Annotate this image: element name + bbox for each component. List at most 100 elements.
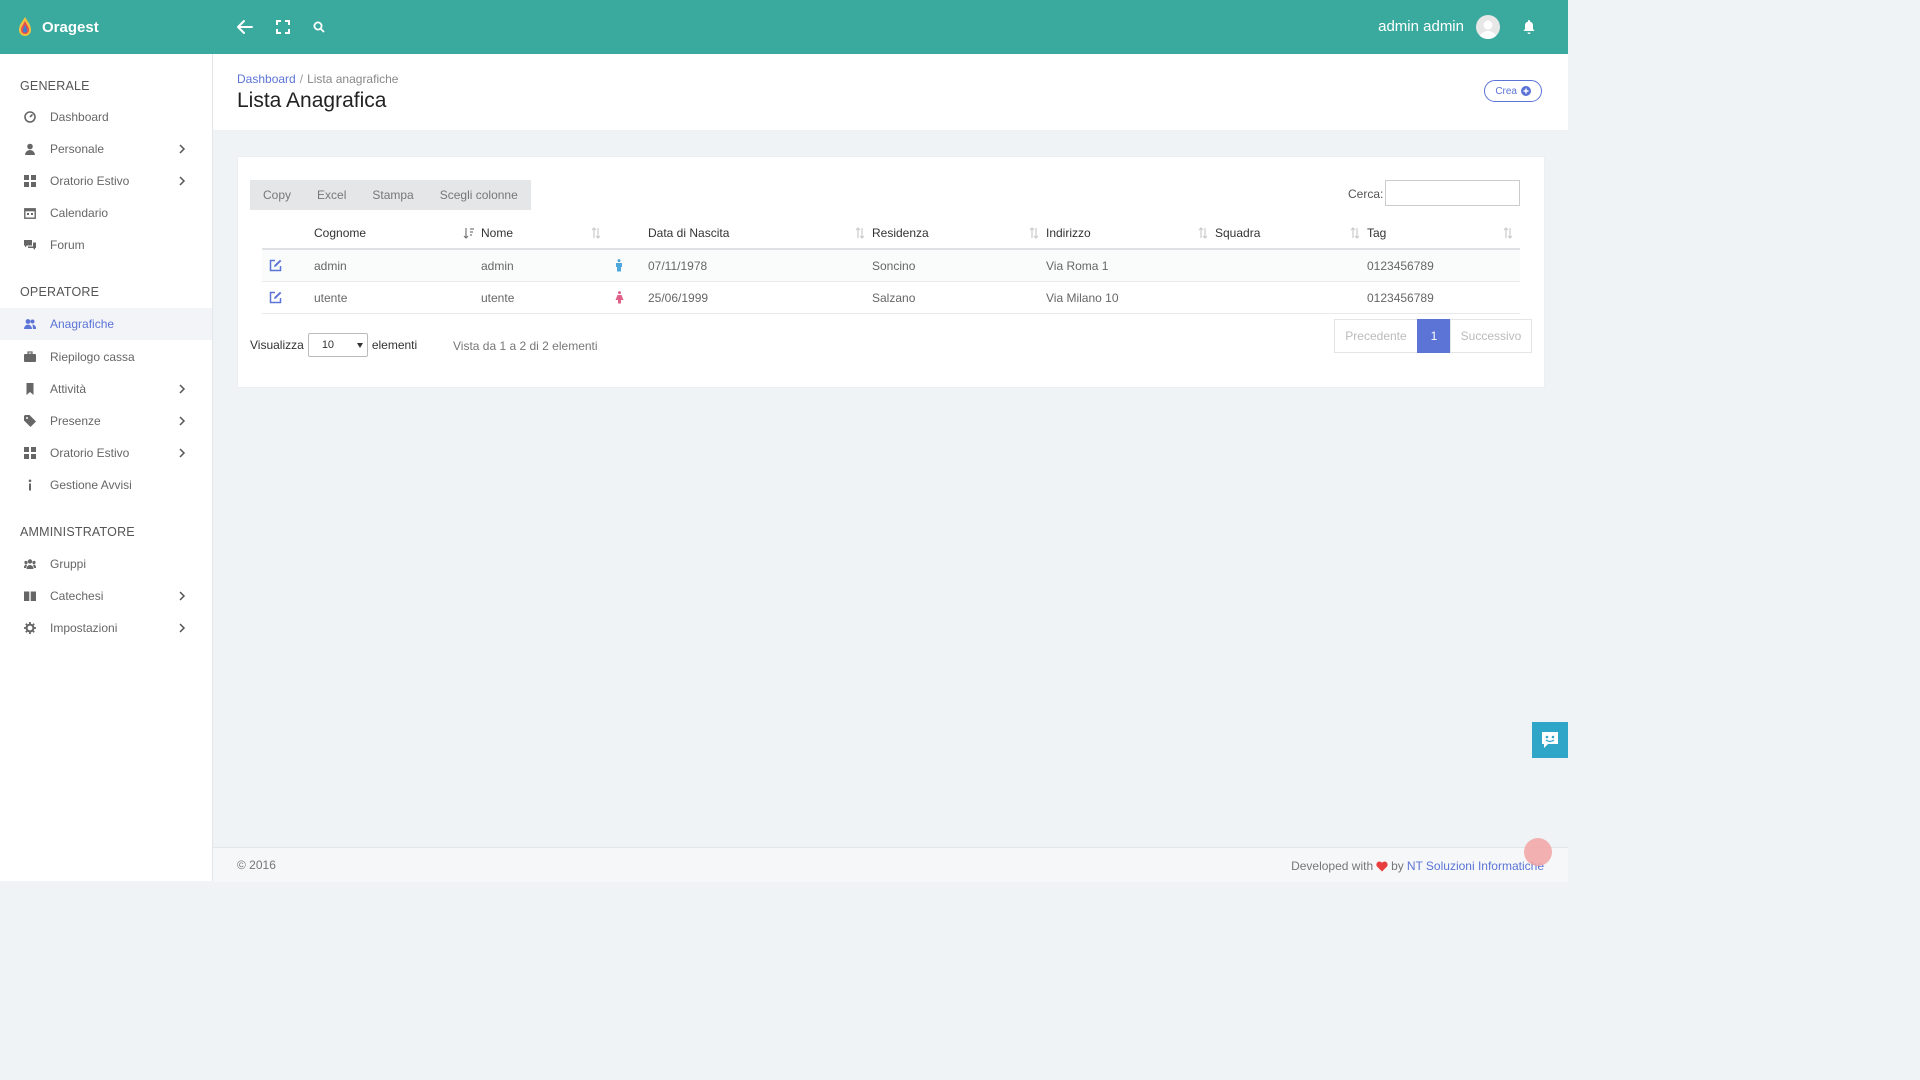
sidebar-item-impostazioni[interactable]: Impostazioni: [0, 612, 212, 644]
cell-tag: 0123456789: [1367, 281, 1520, 314]
back-arrow-icon[interactable]: [236, 18, 254, 36]
sidebar: GENERALE Dashboard Personale Oratorio Es…: [0, 54, 213, 881]
sidebar-item-riepilogo-cassa[interactable]: Riepilogo cassa: [0, 341, 212, 373]
cell-tag: 0123456789: [1367, 249, 1520, 282]
plus-circle-icon: [1521, 86, 1531, 96]
search-input[interactable]: [1385, 180, 1520, 206]
sidebar-item-gruppi[interactable]: Gruppi: [0, 548, 212, 580]
column-header-label: Indirizzo: [1046, 225, 1091, 240]
column-header-indirizzo[interactable]: Indirizzo: [1046, 217, 1215, 250]
chevron-right-icon: [179, 384, 186, 394]
heart-icon: [1376, 861, 1388, 871]
page-1-button[interactable]: 1: [1417, 319, 1451, 353]
export-button-group: Copy Excel Stampa Scegli colonne: [250, 180, 531, 210]
page-length-control: Visualizza 10 elementi: [250, 333, 417, 357]
bell-icon[interactable]: [1522, 19, 1536, 35]
sidebar-item-label: Gruppi: [50, 557, 87, 571]
chat-bubble-icon: [1542, 732, 1558, 748]
sort-icon: [1029, 227, 1039, 239]
page-size-select[interactable]: 10: [307, 333, 368, 357]
sidebar-item-gestione-avvisi[interactable]: Gestione Avvisi: [0, 469, 212, 501]
breadcrumb-current: Lista anagrafiche: [307, 72, 399, 86]
search-label: Cerca:: [1348, 187, 1384, 201]
sidebar-item-oratorio-estivo-2[interactable]: Oratorio Estivo: [0, 437, 212, 469]
previous-page-button[interactable]: Precedente: [1334, 319, 1418, 353]
sidebar-item-attivita[interactable]: Attività: [0, 373, 212, 405]
column-header-squadra[interactable]: Squadra: [1215, 217, 1367, 250]
show-label: Visualizza: [250, 338, 304, 352]
cell-residenza: Salzano: [872, 281, 1046, 314]
column-header-tag[interactable]: Tag: [1367, 217, 1520, 250]
section-title-operatore: OPERATORE: [20, 285, 100, 299]
avatar[interactable]: [1476, 15, 1500, 39]
column-header-cognome[interactable]: Cognome: [314, 217, 481, 250]
anagrafiche-table: Cognome Nome Data di Nascita Residenza I…: [262, 217, 1520, 314]
column-header-label: Squadra: [1215, 225, 1261, 240]
column-header-label: Cognome: [314, 225, 367, 240]
excel-button[interactable]: Excel: [304, 180, 359, 210]
column-header-nome[interactable]: Nome: [481, 217, 608, 250]
sidebar-item-label: Personale: [50, 142, 105, 156]
breadcrumb: Dashboard / Lista anagrafiche: [237, 72, 398, 86]
cell-cognome: admin: [314, 249, 481, 282]
sidebar-item-dashboard[interactable]: Dashboard: [0, 101, 212, 133]
sort-icon: [1350, 227, 1360, 239]
sort-asc-icon: [463, 228, 474, 239]
cell-data-nascita: 07/11/1978: [648, 249, 872, 282]
create-button[interactable]: Crea: [1484, 80, 1542, 102]
grid-icon: [24, 175, 36, 187]
column-header-label: Tag: [1367, 225, 1387, 240]
chevron-right-icon: [179, 176, 186, 186]
sidebar-item-oratorio-estivo[interactable]: Oratorio Estivo: [0, 165, 212, 197]
chevron-right-icon: [179, 416, 186, 426]
sidebar-item-anagrafiche[interactable]: Anagrafiche: [0, 308, 212, 340]
brand[interactable]: Oragest: [16, 16, 99, 38]
notification-bubble[interactable]: [1524, 838, 1552, 866]
sidebar-item-forum[interactable]: Forum: [0, 229, 212, 261]
sidebar-item-personale[interactable]: Personale: [0, 133, 212, 165]
chevron-down-icon: [356, 343, 363, 348]
sidebar-item-label: Attività: [50, 382, 87, 396]
column-header-data-nascita[interactable]: Data di Nascita: [648, 217, 872, 250]
users-icon: [24, 318, 36, 330]
print-button[interactable]: Stampa: [359, 180, 426, 210]
chevron-right-icon: [179, 623, 186, 633]
choose-columns-button[interactable]: Scegli colonne: [427, 180, 531, 210]
app-name: Oragest: [42, 18, 99, 36]
fullscreen-icon[interactable]: [276, 20, 290, 34]
section-title-generale: GENERALE: [20, 79, 90, 93]
edit-icon[interactable]: [269, 291, 282, 304]
company-link[interactable]: NT Soluzioni Informatiche: [1407, 859, 1544, 873]
grid-icon: [24, 447, 36, 459]
sidebar-item-calendario[interactable]: Calendario: [0, 197, 212, 229]
cell-residenza: Soncino: [872, 249, 1046, 282]
top-bar: Oragest admin admin: [0, 0, 1568, 54]
footer: © 2016 Developed with by NT Soluzioni In…: [213, 847, 1568, 882]
sidebar-item-label: Presenze: [50, 414, 101, 428]
chevron-right-icon: [179, 448, 186, 458]
breadcrumb-dashboard-link[interactable]: Dashboard: [237, 72, 296, 86]
user-name[interactable]: admin admin: [1378, 18, 1464, 35]
copyright: © 2016: [237, 858, 276, 872]
sort-icon: [1503, 227, 1513, 239]
search-icon[interactable]: [313, 21, 325, 33]
chevron-right-icon: [179, 144, 186, 154]
anagrafiche-card: Copy Excel Stampa Scegli colonne Cerca: …: [237, 156, 1545, 388]
sidebar-item-label: Anagrafiche: [50, 317, 115, 331]
sidebar-item-label: Forum: [50, 238, 85, 252]
gender-cell: [608, 249, 648, 282]
briefcase-icon: [24, 351, 36, 363]
column-header-residenza[interactable]: Residenza: [872, 217, 1046, 250]
sidebar-item-presenze[interactable]: Presenze: [0, 405, 212, 437]
edit-icon[interactable]: [269, 259, 282, 272]
sidebar-item-label: Riepilogo cassa: [50, 350, 135, 364]
cell-indirizzo: Via Milano 10: [1046, 281, 1215, 314]
page-title: Lista Anagrafica: [237, 89, 387, 112]
copy-button[interactable]: Copy: [250, 180, 304, 210]
next-page-button[interactable]: Successivo: [1450, 319, 1532, 353]
page-header: Dashboard / Lista anagrafiche Lista Anagra…: [213, 54, 1568, 130]
book-icon: [24, 590, 36, 602]
table-header-row: Cognome Nome Data di Nascita Residenza I…: [262, 217, 1520, 250]
sidebar-item-catechesi[interactable]: Catechesi: [0, 580, 212, 612]
chat-widget-button[interactable]: [1532, 722, 1568, 758]
